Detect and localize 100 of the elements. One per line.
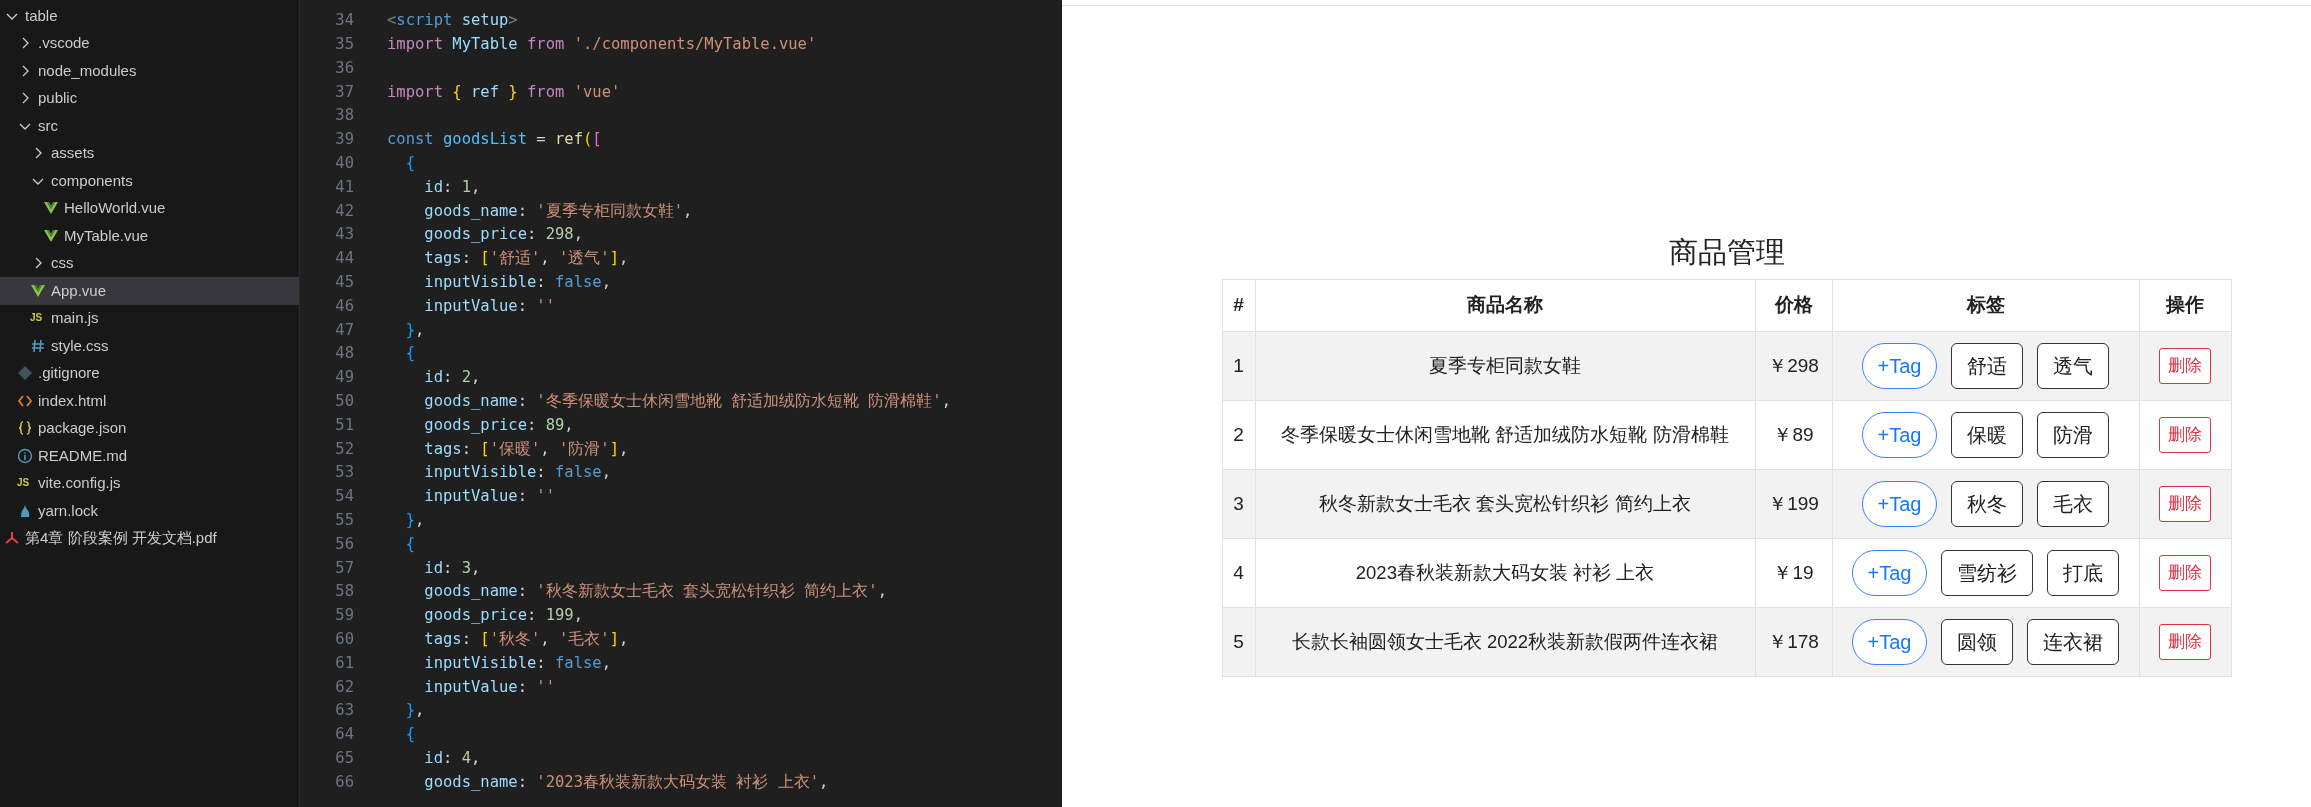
file-item[interactable]: style.css: [0, 332, 299, 360]
add-tag-button[interactable]: +Tag: [1861, 412, 1938, 458]
tag-chip: 毛衣: [2037, 481, 2110, 527]
table-cell: 2023春秋装新款大码女装 衬衫 上衣: [1255, 538, 1755, 608]
code-line: inputValue: '': [423, 295, 555, 317]
git-diamond-icon: [17, 365, 33, 382]
column-header: 操作: [2139, 279, 2231, 332]
delete-button[interactable]: 删除: [2159, 624, 2211, 660]
line-number: 36: [334, 57, 354, 79]
add-tag-button[interactable]: +Tag: [1851, 550, 1928, 596]
code-line: goods_price: 89,: [423, 414, 574, 436]
code-line: {: [404, 153, 415, 175]
table-cell: ￥298: [1755, 331, 1832, 401]
code-line: {: [404, 724, 415, 746]
tag-chip: 秋冬: [1951, 481, 2024, 527]
line-number: 42: [334, 200, 354, 222]
line-number: 59: [334, 605, 354, 627]
file-item[interactable]: 第4章 阶段案例 开发文档.pdf: [0, 524, 299, 552]
delete-button[interactable]: 删除: [2159, 348, 2211, 384]
delete-button[interactable]: 删除: [2159, 486, 2211, 522]
line-number: 35: [334, 34, 354, 56]
column-header: 标签: [1832, 279, 2139, 332]
folder-item[interactable]: table: [0, 2, 299, 30]
column-header: 价格: [1755, 279, 1832, 332]
column-header: #: [1222, 279, 1255, 332]
add-tag-button[interactable]: +Tag: [1861, 481, 1938, 527]
folder-item[interactable]: src: [0, 112, 299, 140]
line-number: 34: [334, 10, 354, 32]
folder-item[interactable]: assets: [0, 139, 299, 167]
file-item[interactable]: package.json: [0, 414, 299, 442]
line-number: 41: [334, 176, 354, 198]
code-line: id: 4,: [423, 747, 481, 769]
pdf-file-icon: [4, 530, 20, 547]
code-line: goods_name: '冬季保暖女士休闲雪地靴 舒适加绒防水短靴 防滑棉鞋',: [423, 391, 951, 412]
vue-logo-icon: [43, 227, 59, 244]
code-line: goods_price: 298,: [423, 224, 583, 246]
table-cell: 2: [1222, 400, 1255, 470]
code-line: goods_name: '2023春秋装新款大码女装 衬衫 上衣',: [423, 771, 829, 793]
line-number: 53: [334, 462, 354, 484]
file-item[interactable]: App.vue: [0, 277, 299, 305]
file-item[interactable]: .gitignore: [0, 359, 299, 387]
js-file-icon: JS: [17, 478, 33, 489]
file-item[interactable]: JS main.js: [0, 304, 299, 332]
folder-item[interactable]: node_modules: [0, 57, 299, 85]
table-cell: 长款长袖圆领女士毛衣 2022秋装新款假两件连衣裙: [1255, 607, 1755, 677]
table-cell: ￥199: [1755, 469, 1832, 539]
line-number: 47: [334, 319, 354, 341]
tag-chip: 连衣裙: [2027, 619, 2120, 665]
table-cell: 冬季保暖女士休闲雪地靴 舒适加绒防水短靴 防滑棉鞋: [1255, 400, 1755, 470]
line-number: 60: [334, 629, 354, 650]
table-cell: ￥19: [1755, 538, 1832, 608]
delete-button[interactable]: 删除: [2159, 417, 2211, 453]
code-line: id: 2,: [423, 367, 481, 389]
curly-braces-icon: [17, 420, 33, 437]
folder-item[interactable]: .vscode: [0, 29, 299, 57]
tag-chip: 雪纺衫: [1941, 550, 2034, 596]
line-number: 43: [334, 224, 354, 246]
file-item[interactable]: HelloWorld.vue: [0, 194, 299, 222]
file-item[interactable]: JS vite.config.js: [0, 469, 299, 497]
code-line: },: [404, 700, 425, 722]
file-item[interactable]: index.html: [0, 387, 299, 415]
line-number: 64: [334, 724, 354, 746]
line-number: 65: [334, 747, 354, 769]
hash-icon: [30, 337, 46, 354]
line-number: 57: [334, 557, 354, 579]
folder-item[interactable]: public: [0, 84, 299, 112]
line-number: 48: [334, 343, 354, 365]
line-number: 50: [334, 391, 354, 412]
line-number: 44: [334, 248, 354, 270]
table-cell: 1: [1222, 331, 1255, 401]
line-number: 61: [334, 652, 354, 674]
folder-item[interactable]: components: [0, 167, 299, 195]
line-number: 37: [334, 81, 354, 103]
info-icon: [17, 447, 33, 464]
add-tag-button[interactable]: +Tag: [1861, 343, 1938, 389]
tag-chip: 透气: [2037, 343, 2110, 389]
code-line: const goodsList = ref([: [387, 129, 602, 151]
code-line: inputVisible: false,: [423, 272, 611, 294]
file-item[interactable]: yarn.lock: [0, 497, 299, 525]
table-cell: 秋冬新款女士毛衣 套头宽松针织衫 简约上衣: [1255, 469, 1755, 539]
folder-item[interactable]: css: [0, 249, 299, 277]
vue-logo-icon: [30, 282, 46, 299]
line-number: 49: [334, 367, 354, 389]
tag-chip: 保暖: [1951, 412, 2024, 458]
file-item[interactable]: MyTable.vue: [0, 222, 299, 250]
line-number: 51: [334, 414, 354, 436]
code-line: tags: ['秋冬', '毛衣'],: [423, 629, 629, 650]
code-line: id: 3,: [423, 557, 481, 579]
file-item[interactable]: README.md: [0, 442, 299, 470]
line-number: 55: [334, 510, 354, 531]
code-line: inputValue: '': [423, 676, 555, 698]
delete-button[interactable]: 删除: [2159, 555, 2211, 591]
line-number: 56: [334, 533, 354, 555]
tag-chip: 圆领: [1941, 619, 2014, 665]
table-cell: 4: [1222, 538, 1255, 608]
code-line: goods_price: 199,: [423, 605, 583, 627]
column-header: 商品名称: [1255, 279, 1755, 332]
code-line: },: [404, 319, 425, 341]
add-tag-button[interactable]: +Tag: [1851, 619, 1928, 665]
code-line: inputVisible: false,: [423, 462, 611, 484]
